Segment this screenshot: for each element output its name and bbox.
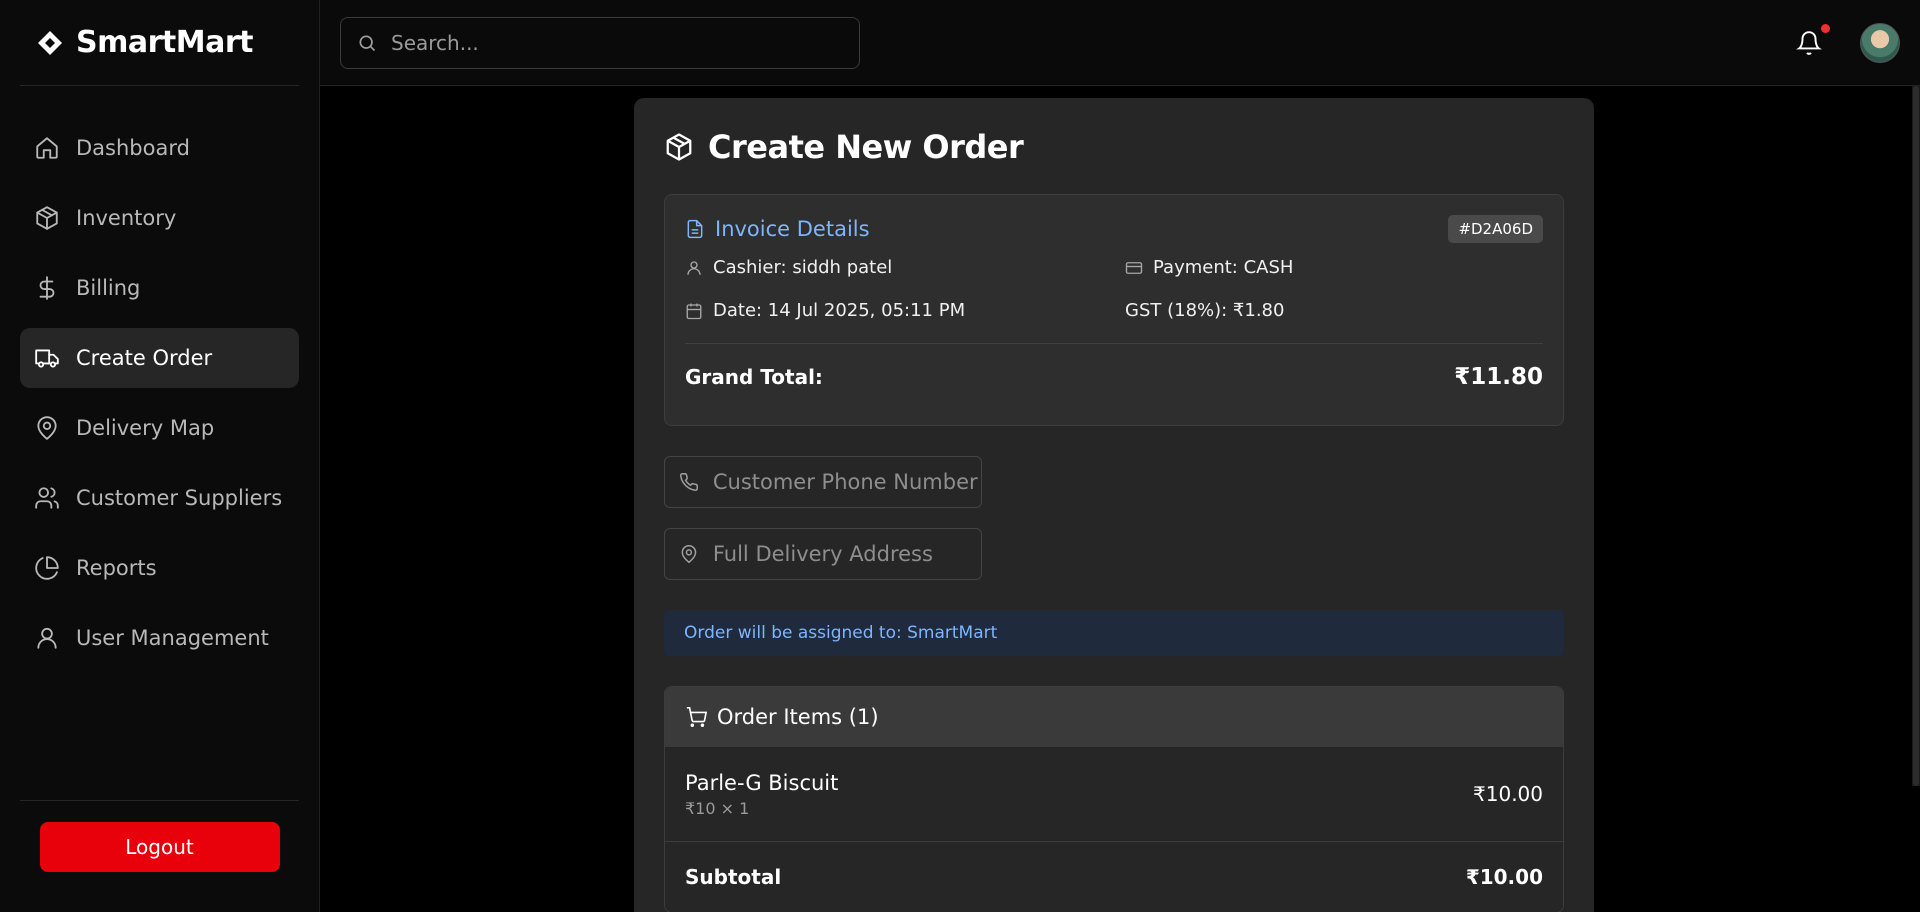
address-input[interactable] <box>712 542 981 566</box>
invoice-details: Invoice Details #D2A06D Cashier: siddh p… <box>664 194 1564 426</box>
map-pin-icon <box>37 416 57 440</box>
sidebar-item-label: Create Order <box>76 346 213 370</box>
sidebar-item-label: Delivery Map <box>76 416 215 440</box>
sidebar-item-label: User Management <box>76 626 269 650</box>
brand[interactable]: SmartMart <box>20 0 299 86</box>
invoice-title: Invoice Details <box>685 217 870 241</box>
date-text: Date: 14 Jul 2025, 05:11 PM <box>713 300 966 321</box>
sidebar-footer: Logout <box>20 800 299 872</box>
bell-icon <box>1796 30 1822 55</box>
sidebar-item-delivery-map[interactable]: Delivery Map <box>20 398 299 458</box>
scrollbar-thumb[interactable] <box>1913 86 1919 786</box>
address-field[interactable] <box>664 528 982 580</box>
brand-name: SmartMart <box>76 25 253 60</box>
item-detail: ₹10 × 1 <box>685 798 750 818</box>
grand-total-label: Grand Total: <box>685 365 823 389</box>
sidebar-item-customer-suppliers[interactable]: Customer Suppliers <box>20 468 299 528</box>
sidebar: SmartMart Dashboard Inventory Billing Cr… <box>0 0 320 912</box>
search-input[interactable] <box>391 30 831 55</box>
invoice-fields: Cashier: siddh patel Payment: CASH Date:… <box>685 257 1543 321</box>
home-icon <box>36 137 58 159</box>
credit-card-icon <box>1125 261 1143 274</box>
gst-field: GST (18%): ₹1.80 <box>1125 300 1543 321</box>
cashier-field: Cashier: siddh patel <box>685 257 1125 278</box>
phone-field[interactable] <box>664 456 982 508</box>
dollar-icon <box>39 276 55 300</box>
cashier-text: Cashier: siddh patel <box>713 257 893 278</box>
invoice-header: Invoice Details #D2A06D <box>685 215 1543 243</box>
assignment-notice: Order will be assigned to: SmartMart <box>664 610 1564 656</box>
card-header: Create New Order <box>664 128 1564 166</box>
subtotal-label: Subtotal <box>685 865 782 889</box>
main-area: Create New Order Invoice Details #D2A06D… <box>320 0 1920 912</box>
grand-total-value: ₹11.80 <box>1454 364 1543 390</box>
users-icon <box>35 487 59 509</box>
topbar-actions <box>1796 22 1900 63</box>
sidebar-item-label: Dashboard <box>76 136 190 160</box>
create-order-card: Create New Order Invoice Details #D2A06D… <box>634 98 1594 912</box>
cart-icon <box>686 707 707 727</box>
subtotal-row: Subtotal ₹10.00 <box>665 842 1563 912</box>
sidebar-nav: Dashboard Inventory Billing Create Order… <box>0 86 319 668</box>
phone-icon <box>679 472 698 491</box>
payment-text: Payment: CASH <box>1153 257 1294 278</box>
logout-button[interactable]: Logout <box>39 822 280 872</box>
item-name: Parle-G Biscuit <box>685 770 839 795</box>
date-field: Date: 14 Jul 2025, 05:11 PM <box>685 300 1125 321</box>
scrollbar[interactable] <box>1912 86 1920 786</box>
logo-icon <box>38 30 62 55</box>
map-pin-icon <box>681 544 697 564</box>
sidebar-item-billing[interactable]: Billing <box>20 258 299 318</box>
list-item[interactable]: Parle-G Biscuit ₹10 × 1 ₹10.00 <box>665 747 1563 842</box>
sidebar-item-reports[interactable]: Reports <box>20 538 299 598</box>
order-items-header: Order Items (1) <box>665 687 1563 747</box>
file-text-icon <box>687 219 703 239</box>
calendar-icon <box>686 303 702 319</box>
order-items-title: Order Items (1) <box>717 705 879 729</box>
sidebar-item-create-order[interactable]: Create Order <box>20 328 299 388</box>
package-icon <box>36 206 58 230</box>
order-items: Order Items (1) Parle-G Biscuit ₹10 × 1 … <box>664 686 1564 912</box>
avatar[interactable] <box>1860 22 1900 63</box>
sidebar-item-user-management[interactable]: User Management <box>20 608 299 668</box>
search-box[interactable] <box>340 16 860 69</box>
page-title: Create New Order <box>708 128 1024 166</box>
sidebar-item-inventory[interactable]: Inventory <box>20 188 299 248</box>
payment-field: Payment: CASH <box>1125 257 1543 278</box>
phone-input[interactable] <box>712 470 981 494</box>
sidebar-item-label: Inventory <box>76 206 177 230</box>
invoice-title-label: Invoice Details <box>715 217 870 241</box>
sidebar-item-label: Billing <box>76 276 141 300</box>
sidebar-item-dashboard[interactable]: Dashboard <box>20 118 299 178</box>
divider <box>685 343 1543 344</box>
search-icon <box>359 35 376 51</box>
package-icon <box>666 133 692 161</box>
notifications-button[interactable] <box>1796 23 1830 56</box>
notification-dot <box>1821 23 1830 33</box>
pie-chart-icon <box>35 556 59 580</box>
sidebar-item-label: Reports <box>76 556 157 580</box>
gst-text: GST (18%): ₹1.80 <box>1125 300 1285 321</box>
sidebar-item-label: Customer Suppliers <box>76 486 283 510</box>
truck-icon <box>35 349 59 368</box>
item-info: Parle-G Biscuit ₹10 × 1 <box>685 771 838 818</box>
subtotal-value: ₹10.00 <box>1465 865 1543 889</box>
invoice-id-badge: #D2A06D <box>1448 215 1543 243</box>
user-icon <box>687 260 701 275</box>
grand-total-row: Grand Total: ₹11.80 <box>685 364 1543 390</box>
user-icon <box>37 627 57 649</box>
topbar <box>320 0 1920 86</box>
item-price: ₹10.00 <box>1473 782 1543 806</box>
